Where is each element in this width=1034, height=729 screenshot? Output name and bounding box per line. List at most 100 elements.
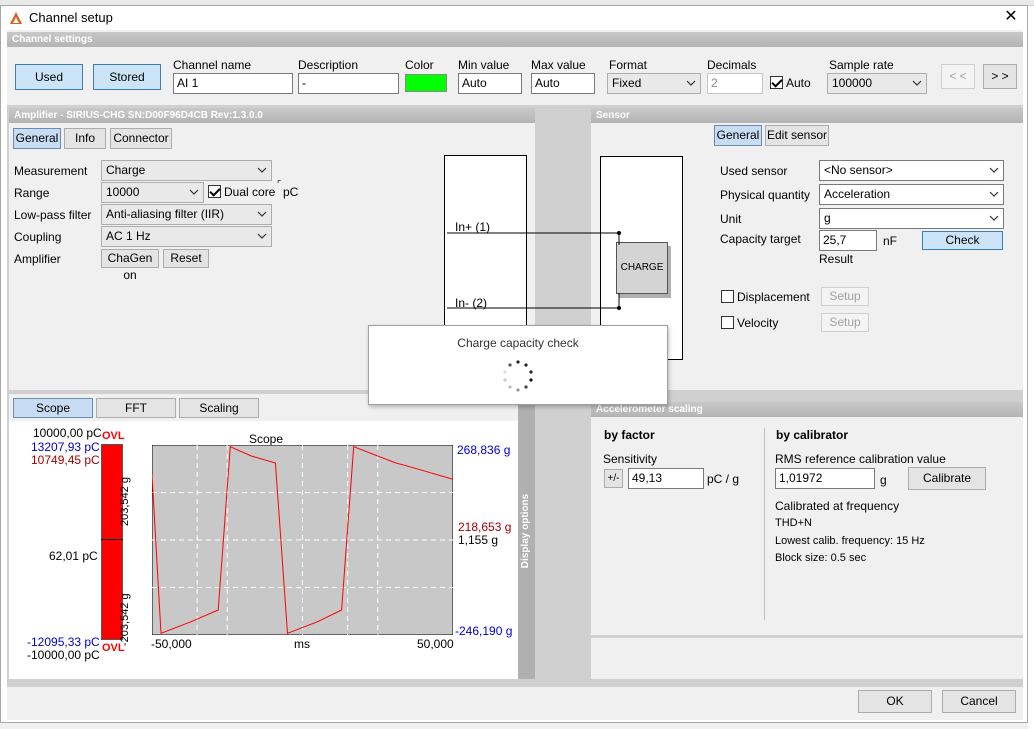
- tab-scaling[interactable]: Scaling: [179, 398, 259, 418]
- level-bar-zero-line: [101, 539, 123, 540]
- tab-edit-sensor[interactable]: Edit sensor: [765, 125, 829, 146]
- range-value: 10000: [106, 185, 140, 199]
- sign-toggle-button[interactable]: +/-: [604, 469, 623, 488]
- tab-scope[interactable]: Scope: [13, 398, 93, 418]
- used-sensor-label: Used sensor: [720, 164, 788, 178]
- coupling-value: AC 1 Hz: [106, 229, 151, 243]
- channel-setup-dialog: Channel setup ✕ Channel settings Used St…: [0, 5, 1028, 723]
- lowpass-filter-value: Anti-aliasing filter (IIR): [106, 207, 225, 221]
- tab-sensor-general[interactable]: General: [714, 125, 762, 146]
- stored-button[interactable]: Stored: [93, 64, 161, 90]
- unit-select[interactable]: g: [819, 208, 1004, 229]
- wiring-lines: [447, 231, 621, 310]
- scope-title: Scope: [249, 432, 284, 446]
- chevron-down-icon: [989, 191, 999, 197]
- tab-amplifier-info[interactable]: Info: [64, 128, 106, 149]
- range-unit-label: pC: [283, 185, 299, 199]
- displacement-checkbox[interactable]: [721, 290, 734, 303]
- tab-amplifier-connector[interactable]: Connector: [110, 128, 172, 149]
- scope-vert-top-wrap: 203,542 g: [119, 477, 131, 526]
- chevron-down-icon: [257, 167, 267, 173]
- measurement-value: Charge: [106, 163, 146, 177]
- amplifier-header: Amplifier - SIRIUS-CHG SN:D00F96D4CB Rev…: [9, 108, 535, 123]
- used-sensor-select[interactable]: <No sensor>: [819, 160, 1004, 181]
- capacity-target-input[interactable]: 25,7: [819, 230, 877, 251]
- velocity-setup-button[interactable]: Setup: [821, 313, 869, 332]
- charge-capacity-check-popup: Charge capacity check: [368, 325, 668, 405]
- rms-reference-input[interactable]: 1,01972: [775, 468, 875, 489]
- close-button[interactable]: ✕: [995, 6, 1027, 30]
- scope-left-blue-top: 13207,93 pC: [31, 440, 100, 454]
- scope-plot: [152, 445, 453, 635]
- scaling-divider: [764, 428, 765, 620]
- decimals-label: Decimals: [707, 58, 757, 72]
- cancel-button[interactable]: Cancel: [942, 690, 1016, 713]
- amplifier-reset-button[interactable]: Reset: [163, 249, 209, 268]
- chevron-down-icon: [257, 211, 267, 217]
- max-value-label: Max value: [531, 58, 586, 72]
- thd-label: THD+N: [775, 517, 812, 529]
- unit-label: Unit: [720, 212, 742, 226]
- sensitivity-input[interactable]: 49,13: [628, 468, 704, 489]
- sensor-header: Sensor: [591, 108, 1023, 123]
- color-swatch[interactable]: [405, 74, 447, 92]
- background-window-edge: [1028, 6, 1034, 729]
- capacity-target-label: Capacity target: [720, 232, 801, 246]
- sensitivity-unit: pC / g: [707, 472, 740, 486]
- next-channel-button[interactable]: > >: [983, 64, 1017, 89]
- chagen-on-button[interactable]: ChaGen on: [101, 249, 159, 282]
- previous-channel-button[interactable]: < <: [941, 64, 975, 89]
- description-label: Description: [298, 58, 359, 72]
- velocity-label: Velocity: [737, 316, 779, 330]
- max-value-input[interactable]: Auto: [531, 73, 595, 94]
- decimals-input[interactable]: 2: [707, 73, 763, 94]
- check-capacity-button[interactable]: Check: [922, 231, 1003, 250]
- min-value-label: Min value: [458, 58, 510, 72]
- sensitivity-label: Sensitivity: [603, 452, 658, 466]
- coupling-label: Coupling: [14, 230, 62, 244]
- sample-rate-select[interactable]: 100000: [827, 73, 927, 94]
- dual-core-checkbox[interactable]: [208, 185, 221, 198]
- tab-fft[interactable]: FFT: [96, 398, 176, 418]
- range-select[interactable]: 10000: [101, 182, 204, 203]
- min-value-input[interactable]: Auto: [458, 73, 522, 94]
- auto-decimals-checkbox[interactable]: [770, 76, 783, 89]
- scope-vert-bottom-wrap: -203,542 g: [119, 593, 131, 646]
- chevron-down-icon: [989, 215, 999, 221]
- measurement-select[interactable]: Charge: [101, 160, 272, 181]
- displacement-setup-button[interactable]: Setup: [821, 287, 869, 306]
- velocity-checkbox[interactable]: [721, 316, 734, 329]
- capacity-unit-label: nF: [883, 234, 898, 248]
- title-bar: Channel setup ✕: [1, 6, 1027, 30]
- calibrate-button[interactable]: Calibrate: [908, 467, 986, 490]
- coupling-select[interactable]: AC 1 Hz: [101, 226, 272, 247]
- lowest-calib-frequency: Lowest calib. frequency: 15 Hz: [775, 535, 925, 547]
- ok-button[interactable]: OK: [858, 690, 932, 713]
- display-options-label: Display options: [520, 493, 531, 569]
- physical-quantity-label: Physical quantity: [720, 188, 811, 202]
- chevron-down-icon: [189, 189, 199, 195]
- dewesoft-logo-icon: [10, 12, 22, 24]
- displacement-label: Displacement: [737, 290, 810, 304]
- chevron-down-icon: [257, 233, 267, 239]
- format-select[interactable]: Fixed: [607, 73, 701, 94]
- scope-right-mid: 1,155 g: [458, 533, 499, 547]
- used-sensor-value: <No sensor>: [824, 163, 893, 177]
- color-label: Color: [405, 58, 434, 72]
- format-label: Format: [609, 58, 648, 72]
- lowpass-filter-select[interactable]: Anti-aliasing filter (IIR): [101, 204, 272, 225]
- physical-quantity-select[interactable]: Acceleration: [819, 184, 1004, 205]
- channel-settings-header: Channel settings: [7, 32, 1023, 47]
- scope-vert-bottom-label: -203,542 g: [119, 593, 131, 646]
- dialog-content: Channel settings Used Stored Channel nam…: [7, 30, 1023, 720]
- channel-name-input[interactable]: AI 1: [173, 73, 293, 94]
- popup-title: Charge capacity check: [457, 336, 579, 350]
- display-options-sidebar[interactable]: Display options: [518, 394, 535, 679]
- description-input[interactable]: -: [298, 73, 399, 94]
- by-calibrator-heading: by calibrator: [776, 428, 849, 442]
- sample-rate-label: Sample rate: [829, 58, 894, 72]
- rms-reference-label: RMS reference calibration value: [775, 452, 946, 466]
- tab-amplifier-general[interactable]: General: [13, 128, 61, 149]
- scope-x-right: 50,000: [417, 637, 454, 651]
- used-button[interactable]: Used: [15, 64, 83, 90]
